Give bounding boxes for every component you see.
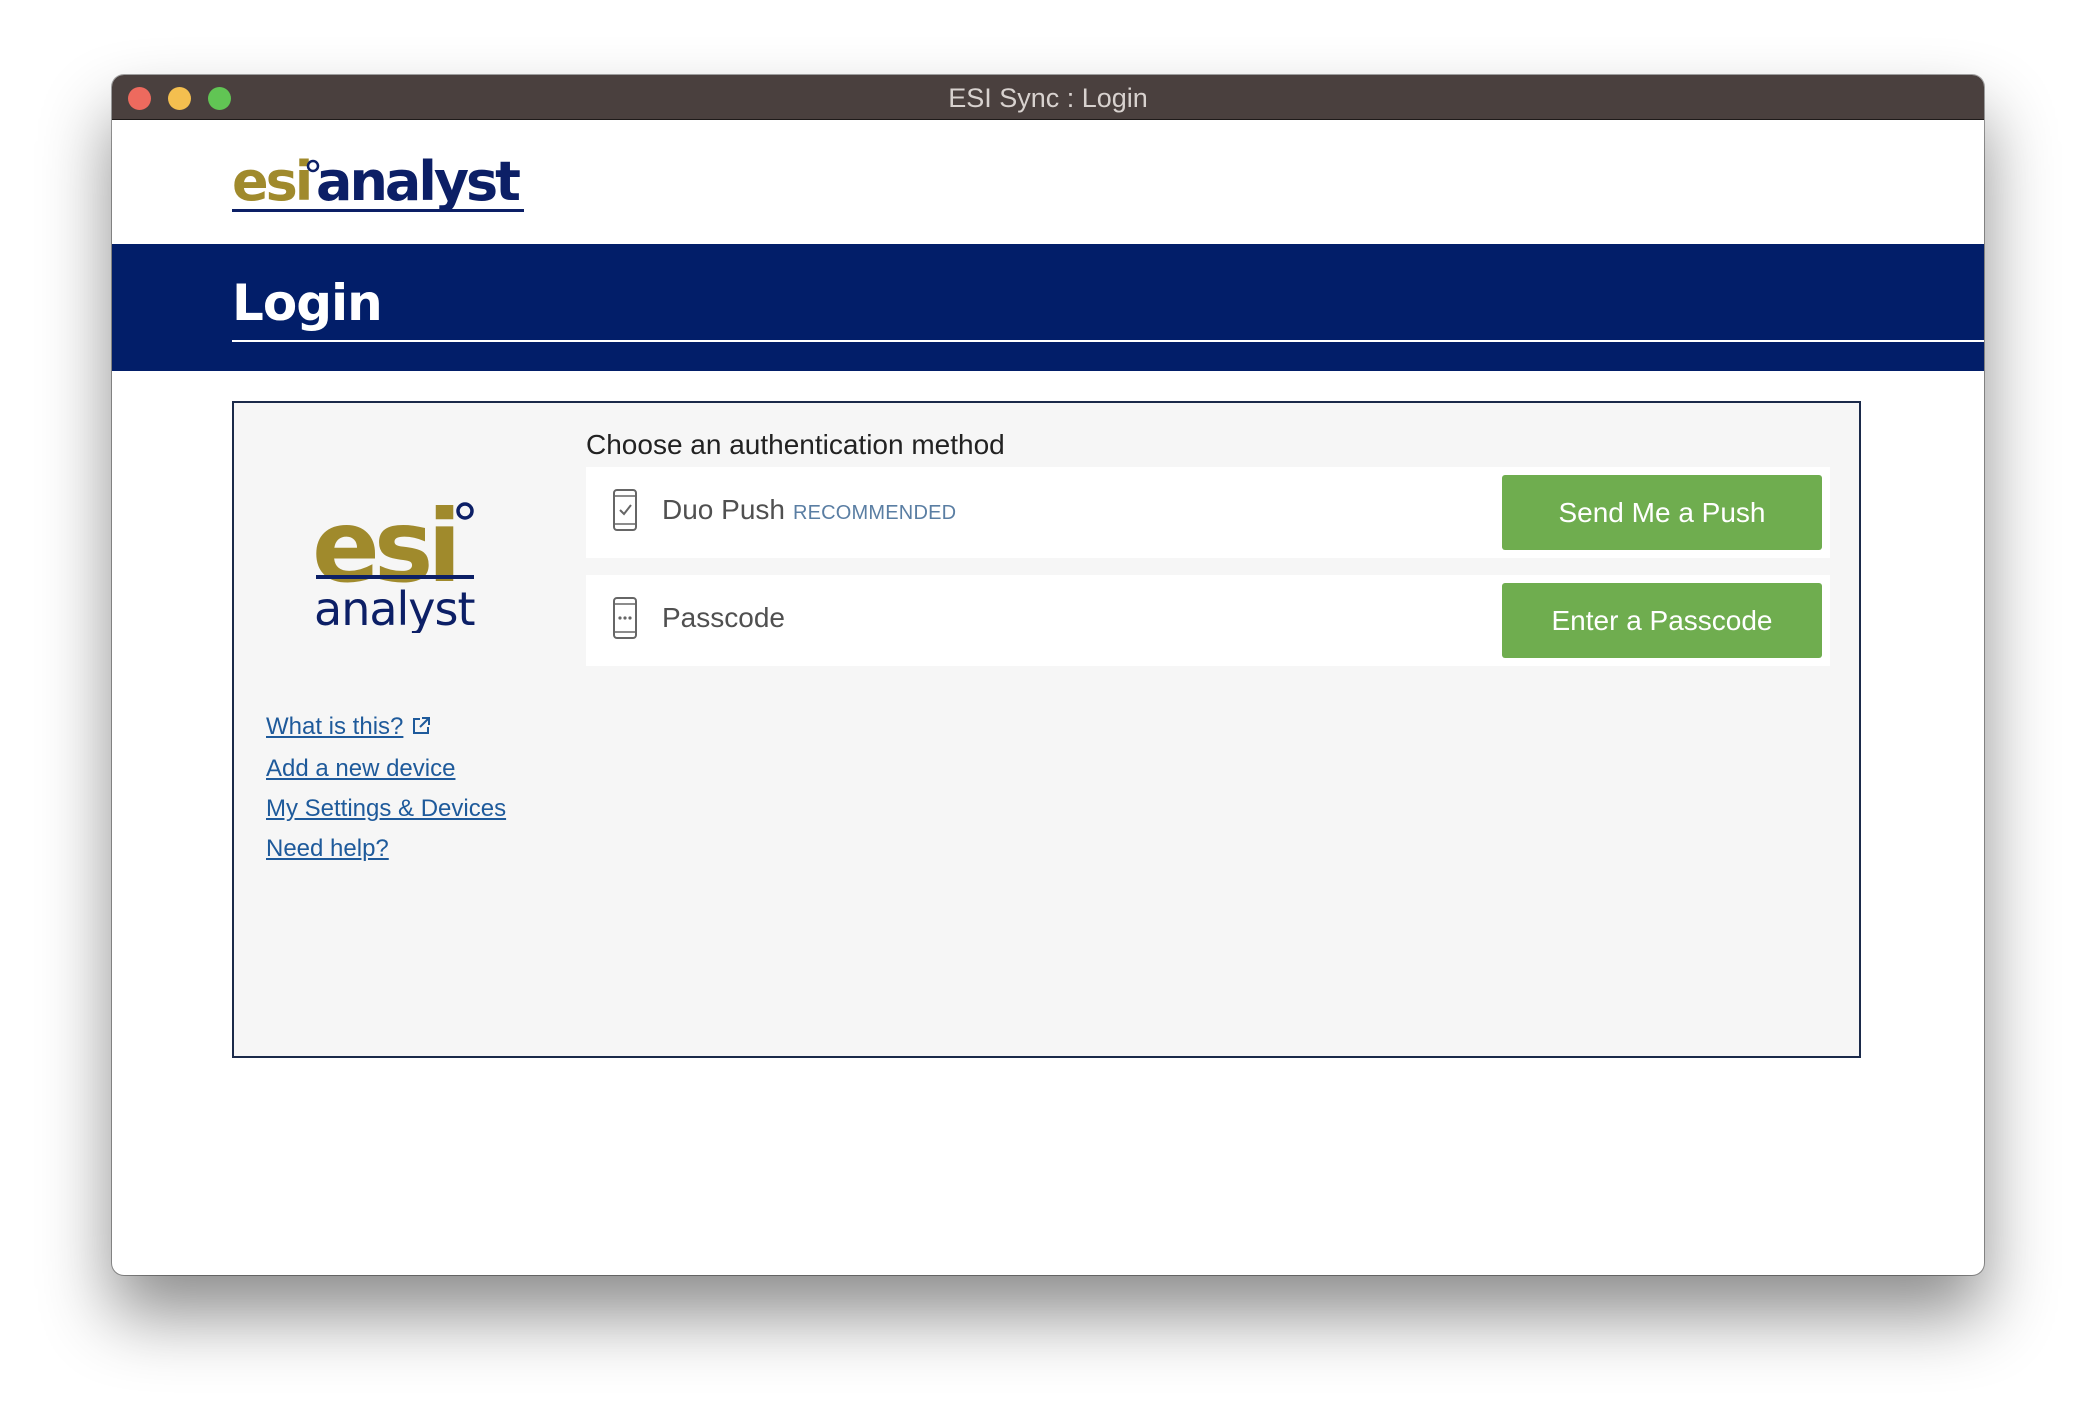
- duo-auth-panel: esi analyst What is this? Add a new devi…: [232, 401, 1861, 1058]
- send-push-button[interactable]: Send Me a Push: [1502, 475, 1822, 550]
- phone-check-icon: [612, 488, 638, 537]
- add-new-device-link[interactable]: Add a new device: [266, 749, 506, 789]
- what-is-this-link[interactable]: What is this?: [266, 707, 506, 749]
- logo-analyst-text: analyst: [316, 150, 520, 213]
- duo-push-text: Duo Push: [662, 494, 785, 525]
- phone-dots-icon: [612, 596, 638, 645]
- auth-method-heading: Choose an authentication method: [586, 429, 1005, 460]
- help-links: What is this? Add a new device My Settin…: [266, 707, 506, 869]
- esi-analyst-logo: esi analyst: [232, 150, 532, 221]
- window-title: ESI Sync : Login: [948, 83, 1148, 113]
- title-bar[interactable]: ESI Sync : Login: [112, 75, 1984, 120]
- login-banner: Login: [112, 244, 1984, 371]
- title-underline: [232, 340, 1984, 342]
- passcode-label: Passcode: [662, 602, 785, 633]
- duo-push-row: Duo Push RECOMMENDED Send Me a Push: [586, 467, 1830, 558]
- duo-push-label: Duo Push RECOMMENDED: [662, 494, 956, 526]
- passcode-row: Passcode Enter a Passcode: [586, 575, 1830, 666]
- header: esi analyst: [112, 120, 1984, 243]
- page-title: Login: [232, 274, 383, 332]
- need-help-link[interactable]: Need help?: [266, 829, 506, 869]
- enter-passcode-button[interactable]: Enter a Passcode: [1502, 583, 1822, 658]
- what-is-this-label: What is this?: [266, 713, 404, 740]
- side-esi-analyst-logo: esi analyst: [312, 488, 482, 638]
- logo-esi-text: esi: [232, 150, 310, 213]
- recommended-badge: RECOMMENDED: [792, 502, 957, 524]
- external-link-icon: [411, 709, 431, 749]
- app-window: ESI Sync : Login esi analyst Login esi a…: [112, 75, 1984, 1275]
- settings-devices-link[interactable]: My Settings & Devices: [266, 789, 506, 829]
- side-logo-analyst-text: analyst: [314, 582, 475, 633]
